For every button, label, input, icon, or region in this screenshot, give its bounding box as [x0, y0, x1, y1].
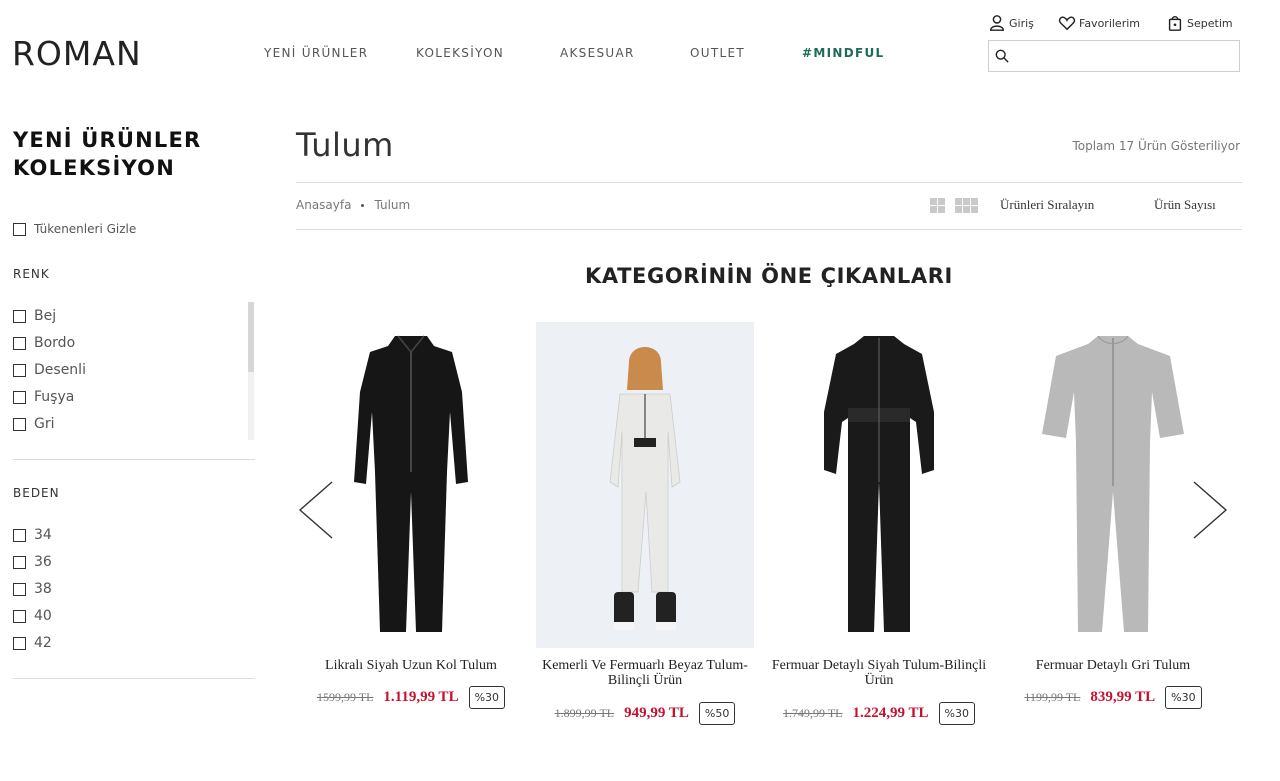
- product-image[interactable]: [770, 322, 988, 648]
- checkbox-box[interactable]: [13, 555, 26, 569]
- sale-price: 839,99 TL: [1090, 689, 1156, 705]
- product-image[interactable]: [536, 322, 754, 648]
- sort-dropdown[interactable]: Ürünleri Sıralayın: [1000, 197, 1094, 213]
- breadcrumb-home[interactable]: Anasayfa: [296, 198, 351, 212]
- product-prices: 1.899,99 TL 949,99 TL %50: [536, 702, 754, 725]
- nav-mindful[interactable]: #MINDFUL: [802, 46, 884, 60]
- product-image[interactable]: [1004, 322, 1222, 648]
- size-option[interactable]: 34: [13, 527, 52, 543]
- sidebar-title-line1: YENİ ÜRÜNLER: [13, 128, 202, 152]
- checkbox-box[interactable]: [13, 636, 26, 650]
- checkbox-box[interactable]: [13, 582, 26, 596]
- old-price: 1.749,99 TL: [783, 706, 843, 720]
- size-option[interactable]: 40: [13, 608, 52, 624]
- old-price: 1.899,99 TL: [554, 706, 615, 720]
- login-link[interactable]: Giriş: [988, 14, 1034, 32]
- search-input[interactable]: [1013, 45, 1235, 67]
- breadcrumb: Anasayfa Tulum: [296, 198, 410, 212]
- sidebar-divider: [13, 678, 255, 679]
- cart-link[interactable]: Sepetim: [1166, 14, 1233, 32]
- user-links: Giriş Favorilerim Sepetim: [988, 14, 1248, 36]
- sidebar-title-line2: KOLEKSİYON: [13, 156, 176, 180]
- size-option[interactable]: 38: [13, 581, 52, 597]
- size-filter-label: BEDEN: [13, 486, 60, 500]
- favorites-link[interactable]: Favorilerim: [1058, 14, 1140, 32]
- size-option[interactable]: 42: [13, 635, 52, 651]
- size-option-label: 40: [34, 608, 52, 624]
- product-prices: 1599,99 TL 1.119,99 TL %30: [302, 686, 520, 709]
- checkbox-box[interactable]: [13, 609, 26, 623]
- sidebar-divider: [13, 459, 255, 460]
- breadcrumb-separator: [361, 203, 365, 207]
- featured-heading: KATEGORİNİN ÖNE ÇIKANLARI: [585, 264, 953, 288]
- discount-badge: %30: [938, 702, 975, 725]
- nav-collection[interactable]: KOLEKSİYON: [416, 46, 504, 60]
- color-option[interactable]: Bordo: [13, 335, 75, 351]
- search-box: [988, 40, 1240, 72]
- old-price: 1199,99 TL: [1024, 690, 1081, 704]
- checkbox-box[interactable]: [13, 309, 26, 323]
- color-option-label: Desenli: [34, 362, 86, 378]
- grid-2-view-icon[interactable]: [930, 198, 945, 213]
- color-option[interactable]: Bej: [13, 308, 56, 324]
- main-nav: YENİ ÜRÜNLER KOLEKSİYON AKSESUAR OUTLET …: [0, 46, 900, 62]
- checkbox-box[interactable]: [13, 222, 26, 236]
- sale-price: 1.224,99 TL: [852, 705, 929, 721]
- checkbox-box[interactable]: [13, 417, 26, 431]
- color-filter-label: RENK: [13, 267, 50, 281]
- toolbar-divider: [296, 229, 1242, 230]
- product-name[interactable]: Fermuar Detaylı Gri Tulum: [994, 658, 1232, 673]
- title-divider: [296, 182, 1242, 183]
- product-name[interactable]: Likralı Siyah Uzun Kol Tulum: [292, 658, 530, 673]
- size-option-label: 38: [34, 581, 52, 597]
- nav-outlet[interactable]: OUTLET: [690, 46, 745, 60]
- color-option-label: Gri: [34, 416, 55, 432]
- hide-sold-out-checkbox[interactable]: Tükenenleri Gizle: [13, 222, 136, 236]
- discount-badge: %30: [1165, 686, 1202, 709]
- sale-price: 1.119,99 TL: [383, 689, 459, 705]
- color-option-label: Bej: [34, 308, 57, 324]
- checkbox-box[interactable]: [13, 390, 26, 404]
- size-option-label: 36: [34, 554, 52, 570]
- size-option-label: 42: [34, 635, 52, 651]
- nav-accessories[interactable]: AKSESUAR: [560, 46, 635, 60]
- product-name[interactable]: Kemerli Ve Fermuarlı Beyaz Tulum-Bilinçl…: [526, 658, 764, 688]
- color-option[interactable]: Desenli: [13, 362, 86, 378]
- heart-icon: [1058, 16, 1076, 31]
- page-title: Tulum: [296, 126, 394, 164]
- color-option-label: Bordo: [34, 335, 76, 351]
- bag-icon: [1168, 15, 1182, 31]
- size-option[interactable]: 36: [13, 554, 52, 570]
- grid-3-view-icon[interactable]: [955, 198, 978, 213]
- cart-label: Sepetim: [1187, 16, 1233, 30]
- checkbox-box[interactable]: [13, 363, 26, 377]
- product-name[interactable]: Fermuar Detaylı Siyah Tulum-Bilinçli Ürü…: [760, 658, 998, 688]
- size-option-label: 34: [34, 527, 52, 543]
- product-prices: 1199,99 TL 839,99 TL %30: [1004, 686, 1222, 709]
- product-count: Toplam 17 Ürün Gösteriliyor: [1072, 139, 1240, 153]
- scrollbar-thumb[interactable]: [248, 302, 254, 372]
- user-icon: [989, 15, 1005, 31]
- nav-new-products[interactable]: YENİ ÜRÜNLER: [264, 46, 368, 60]
- hide-sold-out-label: Tükenenleri Gizle: [34, 222, 137, 236]
- color-option[interactable]: Gri: [13, 416, 55, 432]
- old-price: 1599,99 TL: [316, 690, 374, 704]
- checkbox-box[interactable]: [13, 528, 26, 542]
- product-prices: 1.749,99 TL 1.224,99 TL %30: [770, 702, 988, 725]
- color-option-label: Fuşya: [34, 389, 75, 405]
- discount-badge: %50: [698, 702, 736, 725]
- sale-price: 949,99 TL: [624, 705, 689, 721]
- color-list-scrollbar[interactable]: [248, 302, 254, 440]
- checkbox-box[interactable]: [13, 336, 26, 350]
- sidebar-title: YENİ ÜRÜNLER KOLEKSİYON: [13, 126, 201, 182]
- discount-badge: %30: [468, 686, 506, 709]
- product-count-dropdown[interactable]: Ürün Sayısı: [1154, 197, 1216, 213]
- product-image[interactable]: [302, 322, 520, 648]
- breadcrumb-current: Tulum: [374, 198, 411, 212]
- login-label: Giriş: [1009, 16, 1034, 30]
- search-icon[interactable]: [995, 49, 1009, 63]
- favorites-label: Favorilerim: [1079, 16, 1140, 30]
- color-option[interactable]: Fuşya: [13, 389, 74, 405]
